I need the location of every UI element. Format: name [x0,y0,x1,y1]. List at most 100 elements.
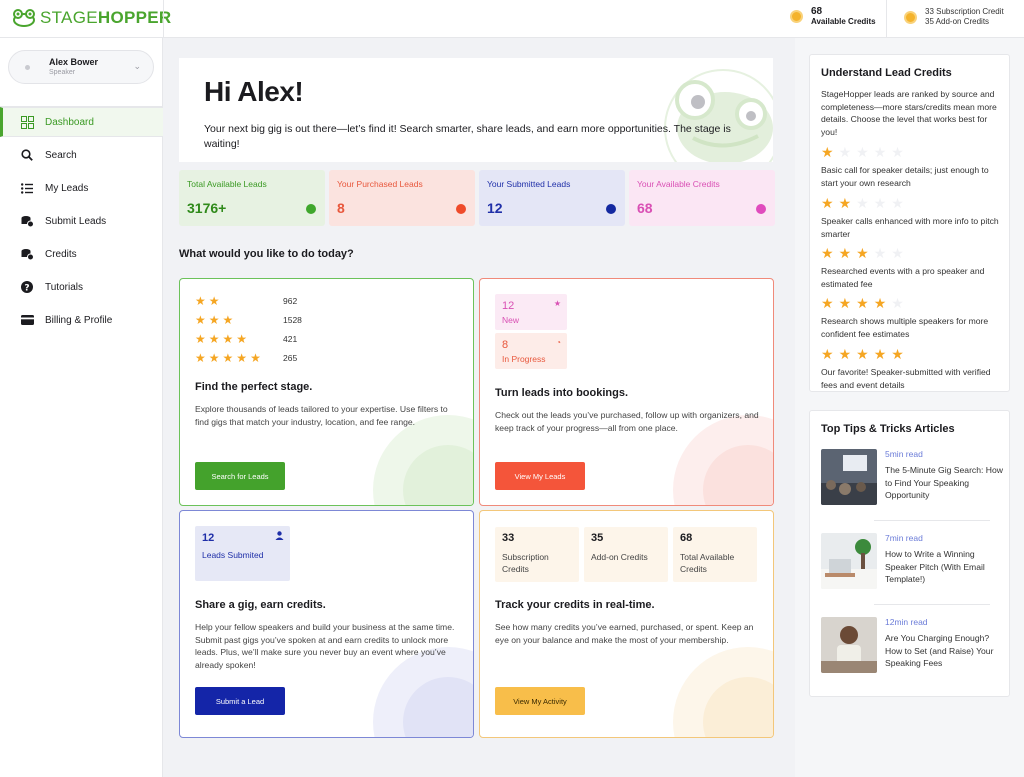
card-icon [20,313,34,327]
tips-title: Top Tips & Tricks Articles [821,423,955,435]
view-my-leads-button[interactable]: View My Leads [495,462,585,490]
star-icon: ★ [195,332,206,346]
in-progress-count: 8 [502,339,509,351]
article-title: Are You Charging Enough? How to Set (and… [885,633,994,668]
star-icon: ★ [856,295,869,311]
credit-level-1-stars: ★ ★ ★ ★ ★ [821,145,909,159]
credit-level-3-stars: ★ ★ ★ ★ ★ [821,246,909,260]
star-icon: ★ [838,346,852,362]
right-panel: Understand Lead Credits StageHopper lead… [795,38,1024,777]
view-my-activity-button[interactable]: View My Activity [495,687,585,715]
stat-purchased-leads[interactable]: Your Purchased Leads 8 [329,170,475,226]
status-dot [756,204,766,214]
card-description: Help your fellow speakers and build your… [195,622,455,670]
sidebar-item-tutorials[interactable]: ? Tutorials [0,272,163,302]
star-icon: ★ [222,332,234,346]
article-title: The 5-Minute Gig Search: How to Find You… [885,465,1003,500]
stat-label: Your Submitted Leads [487,179,571,189]
card-turn-leads: 12 New ★ 8 In Progress ◔ Turn leads into… [479,278,774,506]
question-icon: ? [20,280,34,294]
status-dot [606,204,616,214]
article-item[interactable]: 5min read The 5-Minute Gig Search: How t… [821,449,1003,513]
article-item[interactable]: 12min read Are You Charging Enough? How … [821,617,1001,681]
stat-available-credits[interactable]: Your Available Credits 68 [629,170,775,226]
credit-value: 33 [502,532,515,544]
stat-value: 12 [487,200,503,216]
credit-label: Total Available Credits [680,552,735,574]
in-progress-box[interactable]: 8 In Progress ◔ [495,333,567,369]
credit-level-4-stars: ★ ★ ★ ★ ★ [821,296,909,310]
sidebar: Alex Bower Speaker ⌄ Dashboard Search My… [0,38,163,777]
sidebar-item-label: Dashboard [45,116,94,128]
subscription-credits-box[interactable]: 33 Subscription Credits [495,527,579,582]
rating-count: 265 [283,353,298,363]
available-credits-pill[interactable]: 68 Available Credits [790,6,876,26]
card-description: Explore thousands of leads tailored to y… [195,404,448,427]
lead-credits-intro: StageHopper leads are ranked by source a… [821,89,997,137]
search-for-leads-button[interactable]: Search for Leads [195,462,285,490]
star-icon: ★ [838,245,852,261]
logo[interactable]: STAGEHOPPER [12,8,171,28]
user-name: Alex Bower [49,57,99,67]
svg-text:?: ? [24,283,29,293]
user-menu[interactable]: Alex Bower Speaker ⌄ [8,50,154,84]
stat-total-available-leads[interactable]: Total Available Leads 3176+ [179,170,325,226]
credit-breakdown-pill[interactable]: 33 Subscription Credit 35 Add-on Credits [904,7,1004,27]
star-icon: ★ [838,144,852,160]
card-title: Share a gig, earn credits. [195,599,326,611]
addon-credits-line: 35 Add-on Credits [925,17,990,26]
stat-value: 3176+ [187,200,227,216]
sidebar-item-billing[interactable]: Billing & Profile [0,305,163,335]
new-leads-box[interactable]: 12 New ★ [495,294,567,330]
article-title: How to Write a Winning Speaker Pitch (Wi… [885,549,985,584]
chevron-down-icon: ⌄ [133,61,141,71]
star-icon: ★ [891,295,904,311]
credit-value: 35 [591,532,604,544]
sidebar-item-credits[interactable]: Credits [0,239,163,269]
credit-level-text: Basic call for speaker details; just eno… [821,165,989,188]
coin-stack-icon [20,214,34,228]
credit-value: 68 [680,532,693,544]
card-find-stage: ★ ★ 962 ★ ★ ★ 1528 ★ ★ ★ ★ 421 ★ ★ ★ ★ ★ 265 Find … [179,278,474,506]
sidebar-item-dashboard[interactable]: Dashboard [0,107,163,137]
credit-label: Subscription Credits [502,552,549,574]
star-icon: ★ [821,144,834,160]
star-icon: ★ [838,195,852,211]
user-icon [275,531,284,542]
available-credits-label: Available Credits [811,17,876,26]
article-thumbnail [821,449,877,505]
article-item[interactable]: 7min read How to Write a Winning Speaker… [821,533,1001,597]
card-description: See how many credits you’ve earned, purc… [495,622,754,645]
coin-icon [790,9,803,23]
star-icon: ★ [856,346,869,362]
star-icon: ★ [821,346,834,362]
frog-logo-icon [13,9,35,27]
article-read-time: 7min read [885,533,923,543]
rating-2-stars: ★ ★ [195,295,223,307]
card-track-credits: 33 Subscription Credits 35 Add-on Credit… [479,510,774,738]
sidebar-item-my-leads[interactable]: My Leads [0,173,163,203]
grid-icon [20,115,34,129]
check-circle-icon: ◔ [556,338,561,347]
submit-a-lead-button[interactable]: Submit a Lead [195,687,285,715]
list-icon [20,181,34,195]
star-icon: ★ [250,351,261,365]
credit-level-text: Our favorite! Speaker-submitted with ver… [821,367,991,390]
rating-count: 421 [283,334,298,344]
available-credits-value: 68 [811,6,823,17]
card-title: Track your credits in real-time. [495,599,655,611]
page-title: Hi Alex! [204,76,304,107]
sidebar-item-search[interactable]: Search [0,140,163,170]
leads-submitted-box[interactable]: 12 Leads Submited [195,526,290,581]
credit-level-text: Research shows multiple speakers for mor… [821,316,989,339]
star-icon: ★ [891,346,904,362]
star-icon: ★ [195,313,206,327]
stat-submitted-leads[interactable]: Your Submitted Leads 12 [479,170,625,226]
sidebar-item-submit-leads[interactable]: Submit Leads [0,206,163,236]
addon-credits-box[interactable]: 35 Add-on Credits [584,527,668,582]
new-leads-count: 12 [502,300,515,312]
total-credits-box[interactable]: 68 Total Available Credits [673,527,757,582]
card-share-gig: 12 Leads Submited Share a gig, earn cred… [179,510,474,738]
star-icon: ★ [821,245,834,261]
star-icon: ★ [891,144,904,160]
